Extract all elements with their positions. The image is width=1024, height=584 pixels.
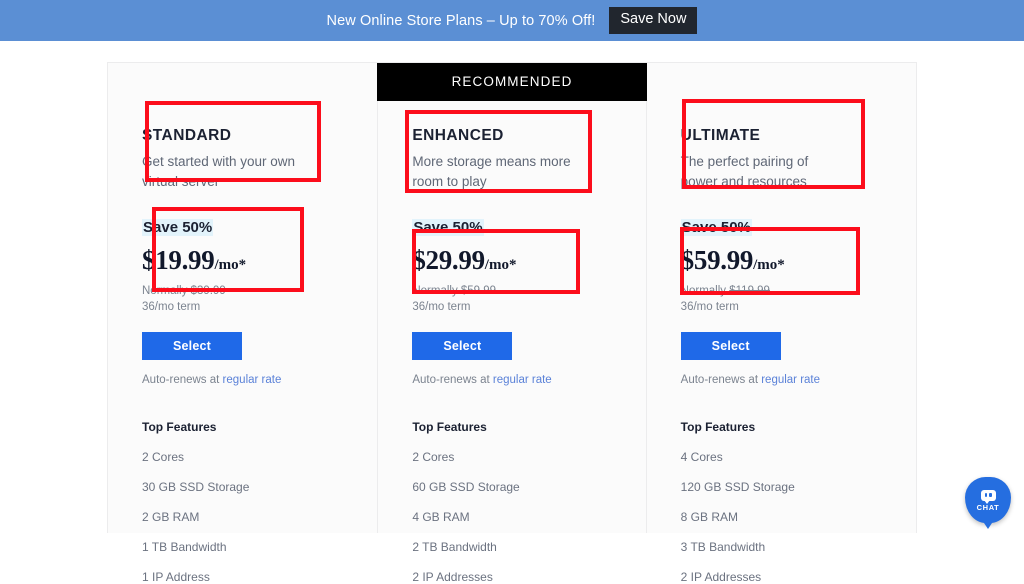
price-term-ultimate: 36/mo term [680, 300, 739, 313]
price-suffix-ultimate: /mo* [753, 256, 785, 273]
feature-item: 8 GB RAM [680, 509, 739, 524]
save-badge-enhanced: Save 50% [412, 218, 484, 236]
plan-column-enhanced: RECOMMENDED ENHANCED More storage means … [377, 63, 647, 584]
feature-item: 120 GB SSD Storage [680, 479, 795, 494]
feature-item: 2 GB RAM [142, 509, 200, 524]
price-normally-standard: Normally $39.99 [142, 285, 343, 297]
select-button-enhanced[interactable]: Select [412, 331, 513, 360]
autorenew-note-standard: Auto-renews at regular rate [142, 374, 343, 386]
normally-prefix-ultimate: Normally [680, 284, 730, 297]
normally-price-standard: $39.99 [190, 284, 226, 297]
select-button-standard[interactable]: Select [142, 331, 242, 360]
regular-rate-link-enhanced[interactable]: regular rate [493, 374, 552, 386]
select-button-ultimate[interactable]: Select [680, 331, 781, 360]
chat-pin-shape: CHAT [965, 477, 1011, 529]
features-title-ultimate: Top Features [680, 419, 756, 434]
price-amount-ultimate: $59.99 [680, 244, 754, 275]
feature-item: 1 TB Bandwidth [142, 539, 227, 554]
plan-column-ultimate: ULTIMATE The perfect pairing of power an… [647, 63, 916, 584]
price-normally-ultimate: Normally $119.99 [681, 285, 882, 297]
normally-prefix-enhanced: Normally [412, 284, 461, 297]
feature-item: 60 GB SSD Storage [412, 479, 520, 494]
plan-name-ultimate: ULTIMATE [680, 127, 761, 144]
autorenew-prefix-ultimate: Auto-renews at [680, 373, 762, 386]
price-amount-enhanced: $29.99 [412, 244, 485, 275]
pricing-plans-container: STANDARD Get started with your own virtu… [107, 62, 917, 584]
feature-item: 3 TB Bandwidth [680, 539, 766, 554]
normally-price-ultimate: $119.99 [729, 284, 770, 297]
promo-banner: New Online Store Plans – Up to 70% Off! … [0, 0, 1024, 41]
normally-prefix-standard: Normally [142, 284, 191, 297]
promo-banner-text: New Online Store Plans – Up to 70% Off! [326, 12, 596, 29]
feature-item: 2 TB Bandwidth [412, 539, 497, 554]
feature-item: 4 Cores [680, 449, 723, 464]
plan-description-enhanced: More storage means more room to play [412, 154, 571, 189]
recommended-badge: RECOMMENDED [377, 63, 647, 101]
feature-item: 2 Cores [142, 449, 185, 464]
price-line-standard: $19.99/mo* [142, 245, 343, 276]
price-term-enhanced: 36/mo term [412, 300, 471, 313]
regular-rate-link-ultimate[interactable]: regular rate [761, 374, 820, 386]
regular-rate-link-standard[interactable]: regular rate [223, 374, 282, 386]
chat-widget-button[interactable]: CHAT [965, 477, 1011, 529]
normally-price-enhanced: $59.99 [460, 284, 497, 297]
price-term-standard: 36/mo term [142, 300, 201, 313]
feature-item: 30 GB SSD Storage [142, 479, 250, 494]
autorenew-prefix-standard: Auto-renews at [142, 373, 223, 386]
autorenew-note-ultimate: Auto-renews at regular rate [681, 374, 882, 386]
features-title-standard: Top Features [142, 419, 217, 434]
save-badge-standard: Save 50% [142, 218, 214, 236]
features-title-enhanced: Top Features [412, 419, 487, 434]
price-line-ultimate: $59.99/mo* [681, 245, 882, 276]
save-badge-ultimate: Save 50% [680, 218, 752, 236]
price-line-enhanced: $29.99/mo* [412, 245, 611, 276]
plan-description-ultimate: The perfect pairing of power and resourc… [680, 154, 809, 189]
plan-banner-spacer [108, 63, 377, 101]
price-suffix-standard: /mo* [214, 256, 247, 273]
chat-widget-label: CHAT [976, 502, 1000, 512]
autorenew-note-enhanced: Auto-renews at regular rate [412, 374, 611, 386]
plan-name-standard: STANDARD [142, 127, 232, 144]
plan-column-standard: STANDARD Get started with your own virtu… [108, 63, 377, 584]
feature-item: 2 IP Addresses [680, 569, 762, 584]
speech-bubble-icon [980, 489, 996, 504]
plan-name-enhanced: ENHANCED [412, 127, 504, 144]
price-normally-enhanced: Normally $59.99 [412, 285, 611, 297]
save-now-button[interactable]: Save Now [609, 7, 698, 34]
plan-description-standard: Get started with your own virtual server [142, 154, 296, 189]
plan-banner-spacer [647, 63, 916, 101]
price-suffix-enhanced: /mo* [484, 256, 517, 273]
feature-item: 4 GB RAM [412, 509, 470, 524]
feature-item: 1 IP Address [142, 569, 210, 584]
feature-item: 2 IP Addresses [412, 569, 493, 584]
price-amount-standard: $19.99 [142, 244, 215, 275]
autorenew-prefix-enhanced: Auto-renews at [412, 373, 493, 386]
feature-item: 2 Cores [412, 449, 455, 464]
